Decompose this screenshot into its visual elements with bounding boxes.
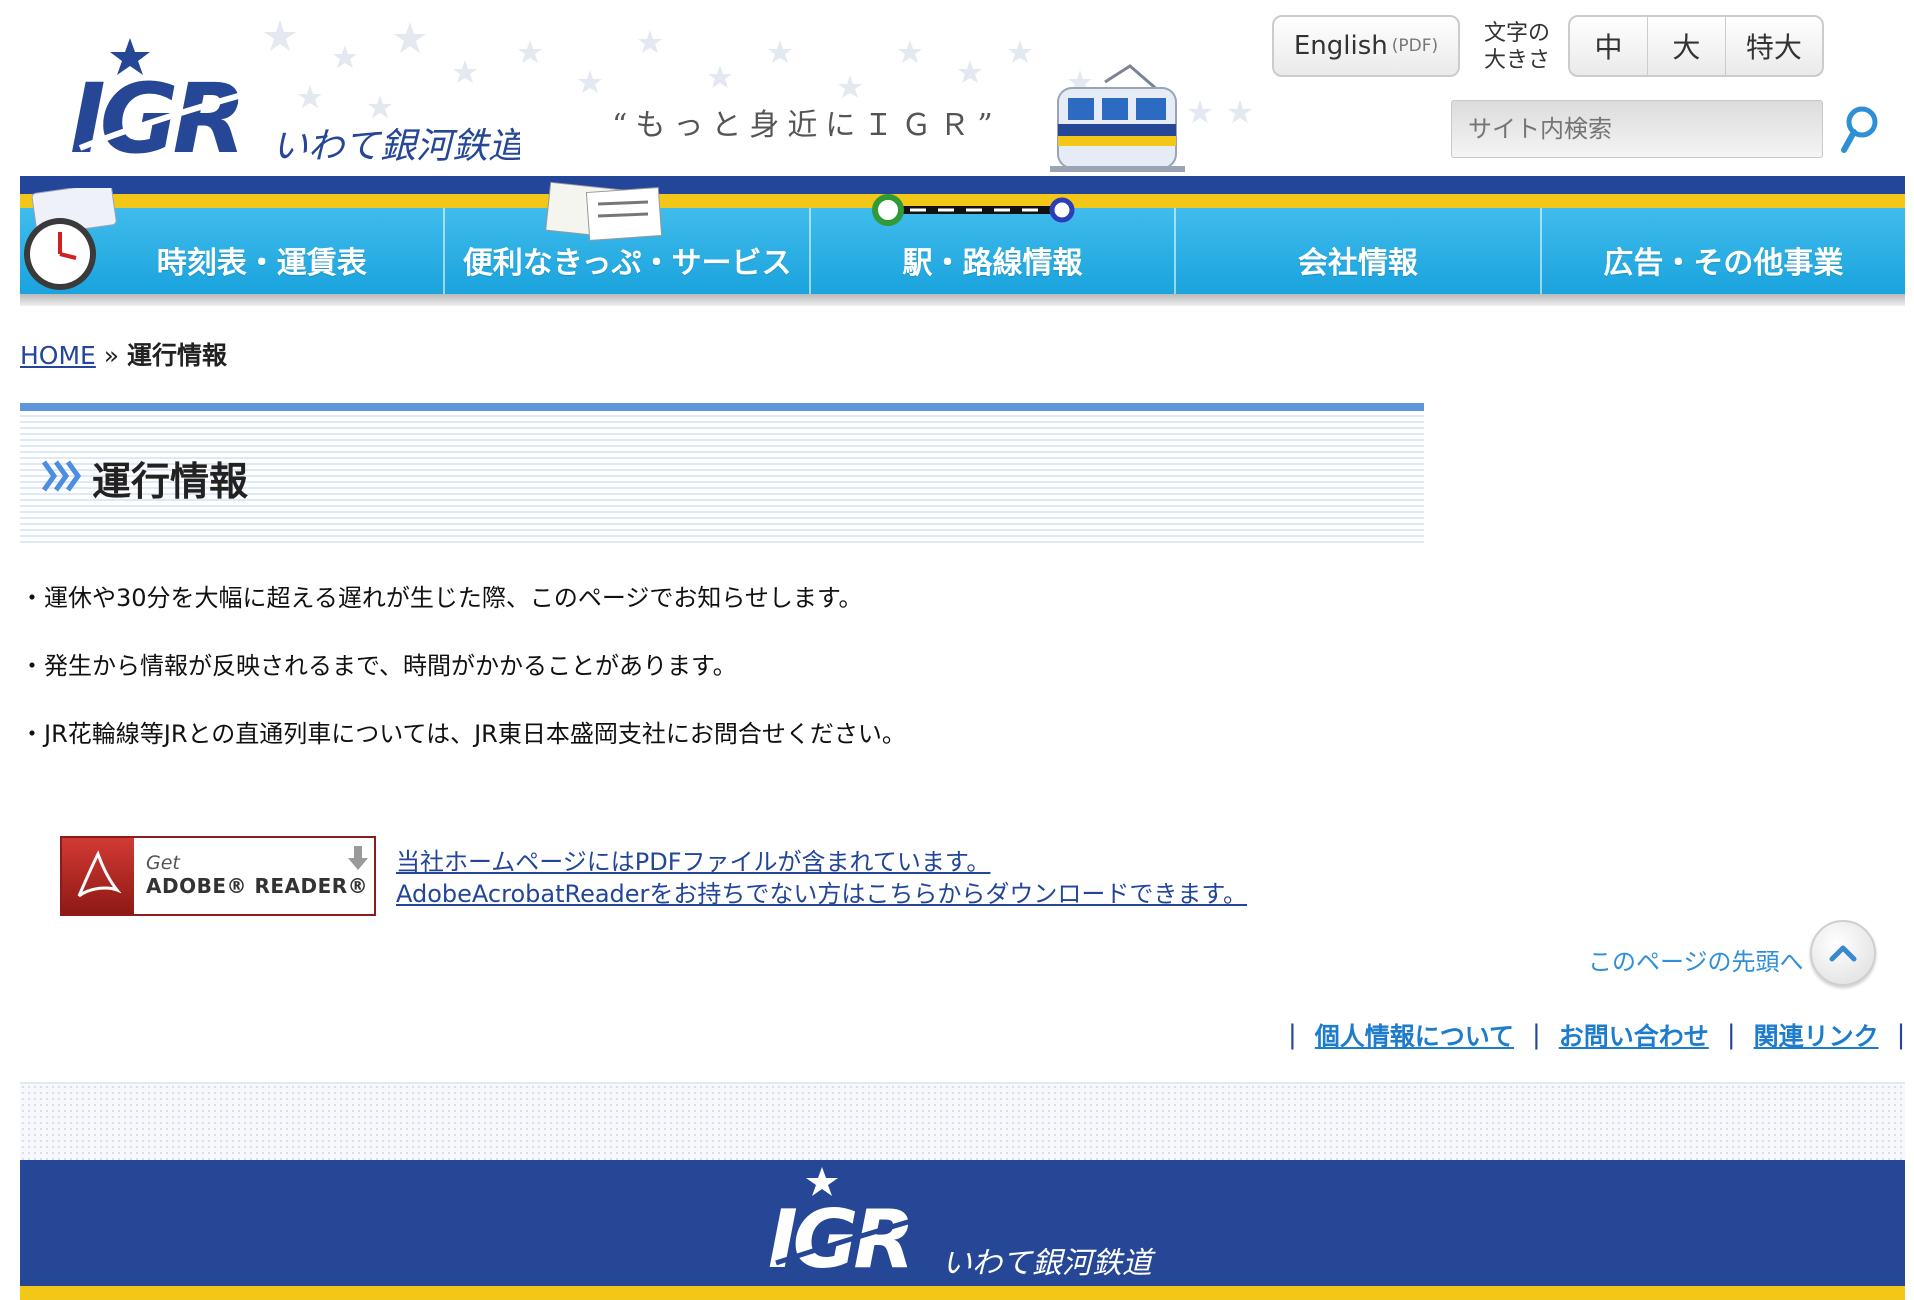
notice-item: ・運休や30分を大幅に超える遅れが生じた際、このページでお知らせします。: [20, 584, 863, 612]
back-to-top-link[interactable]: このページの先頭へ: [1588, 942, 1804, 977]
download-arrow-icon: [348, 846, 368, 870]
font-size-label: 文字の 大きさ: [1484, 20, 1559, 74]
nav-item-company[interactable]: 会社情報: [1176, 208, 1542, 294]
breadcrumb: HOME » 運行情報: [20, 336, 227, 372]
font-size-label-line-2: 大きさ: [1484, 48, 1551, 73]
get-adobe-reader-button[interactable]: Get ADOBE® READER®: [60, 836, 376, 916]
footer-dotted-band: [20, 1082, 1905, 1160]
footer-links: | 個人情報について | お問い合わせ | 関連リンク |: [1270, 1017, 1914, 1053]
adobe-logo-icon: [62, 838, 134, 914]
chevron-up-icon: [1829, 945, 1857, 962]
footer-link-separator: |: [1896, 1020, 1906, 1050]
pdf-notice-link[interactable]: 当社ホームページにはPDFファイルが含まれています。: [396, 846, 1247, 878]
english-pdf-suffix: (PDF): [1391, 36, 1439, 56]
breadcrumb-current: 運行情報: [127, 341, 228, 370]
adobe-download-links: 当社ホームページにはPDFファイルが含まれています。 AdobeAcrobatR…: [396, 846, 1247, 910]
title-band-topline: [20, 403, 1424, 411]
site-search-input[interactable]: [1468, 115, 1806, 143]
font-size-label-line-1: 文字の: [1484, 21, 1551, 46]
english-pdf-button[interactable]: English (PDF): [1272, 15, 1460, 77]
adobe-reader-label: ADOBE® READER®: [146, 874, 369, 898]
footer-link-separator: |: [1726, 1020, 1736, 1050]
nav-item-label: 駅・路線情報: [902, 246, 1083, 281]
chevrons-right-icon: [41, 460, 82, 492]
notice-item: ・発生から情報が反映されるまで、時間がかかることがあります。: [20, 652, 737, 680]
global-navigation: 時刻表・運賃表 便利なきっぷ・サービス 駅・路線情報 会社情報 広告・その他事業: [20, 176, 1905, 306]
nav-item-label: 広告・その他事業: [1603, 246, 1844, 281]
adobe-badge-text: Get ADOBE® READER®: [134, 838, 374, 914]
english-label: English: [1293, 31, 1388, 61]
nav-shadow: [20, 294, 1905, 306]
site-tagline: “もっと身近にＩＧＲ”: [612, 108, 1001, 143]
back-to-top-button[interactable]: [1810, 920, 1876, 986]
nav-item-label: 時刻表・運賃表: [156, 246, 367, 281]
font-size-switcher: 中 大 特大: [1568, 15, 1824, 77]
footer-link-separator: |: [1532, 1020, 1541, 1050]
page-title: 運行情報: [92, 460, 249, 505]
page-title-band: 運行情報: [20, 403, 1424, 543]
nav-item-advertising[interactable]: 広告・その他事業: [1542, 208, 1905, 294]
breadcrumb-home-link[interactable]: HOME: [20, 341, 96, 370]
train-illustration-icon: [1050, 64, 1185, 172]
site-header: IGR いわて銀河鉄道 “もっと身近にＩＧＲ” English (PDF) 文字…: [0, 0, 1914, 176]
igr-footer-logo-icon: IGR いわて銀河鉄道: [768, 1167, 1156, 1285]
acrobat-icon: [77, 850, 121, 898]
adobe-get-label: Get: [146, 852, 180, 874]
footer-link-privacy[interactable]: 個人情報について: [1315, 1017, 1514, 1053]
nav-item-label: 会社情報: [1297, 246, 1418, 281]
font-size-large-button[interactable]: 大: [1648, 17, 1726, 75]
igr-logo-icon: IGR いわて銀河鉄道: [70, 38, 520, 170]
adobe-download-link[interactable]: AdobeAcrobatReaderをお持ちでない方はこちらからダウンロードでき…: [396, 878, 1247, 910]
clock-icon: [24, 188, 117, 290]
svg-text:IGR: IGR: [70, 63, 240, 170]
footer-link-contact[interactable]: お問い合わせ: [1559, 1017, 1709, 1053]
site-search-box: [1451, 100, 1823, 158]
breadcrumb-separator: »: [103, 341, 120, 370]
svg-text:IGR: IGR: [768, 1193, 910, 1285]
svg-text:いわて銀河鉄道: いわて銀河鉄道: [942, 1246, 1156, 1281]
footer-link-related[interactable]: 関連リンク: [1754, 1017, 1879, 1053]
svg-text:いわて銀河鉄道: いわて銀河鉄道: [272, 126, 520, 167]
tickets-icon: [545, 181, 663, 241]
font-size-extra-large-button[interactable]: 特大: [1726, 17, 1822, 75]
notice-item: ・JR花輪線等JRとの直通列車については、JR東日本盛岡支社にお問合せください。: [20, 720, 906, 748]
font-size-medium-button[interactable]: 中: [1570, 17, 1648, 75]
route-line-icon: [872, 194, 1075, 226]
footer-yellow-stripe: [20, 1286, 1905, 1300]
search-icon[interactable]: [1838, 104, 1882, 156]
footer-link-separator: |: [1288, 1020, 1297, 1050]
